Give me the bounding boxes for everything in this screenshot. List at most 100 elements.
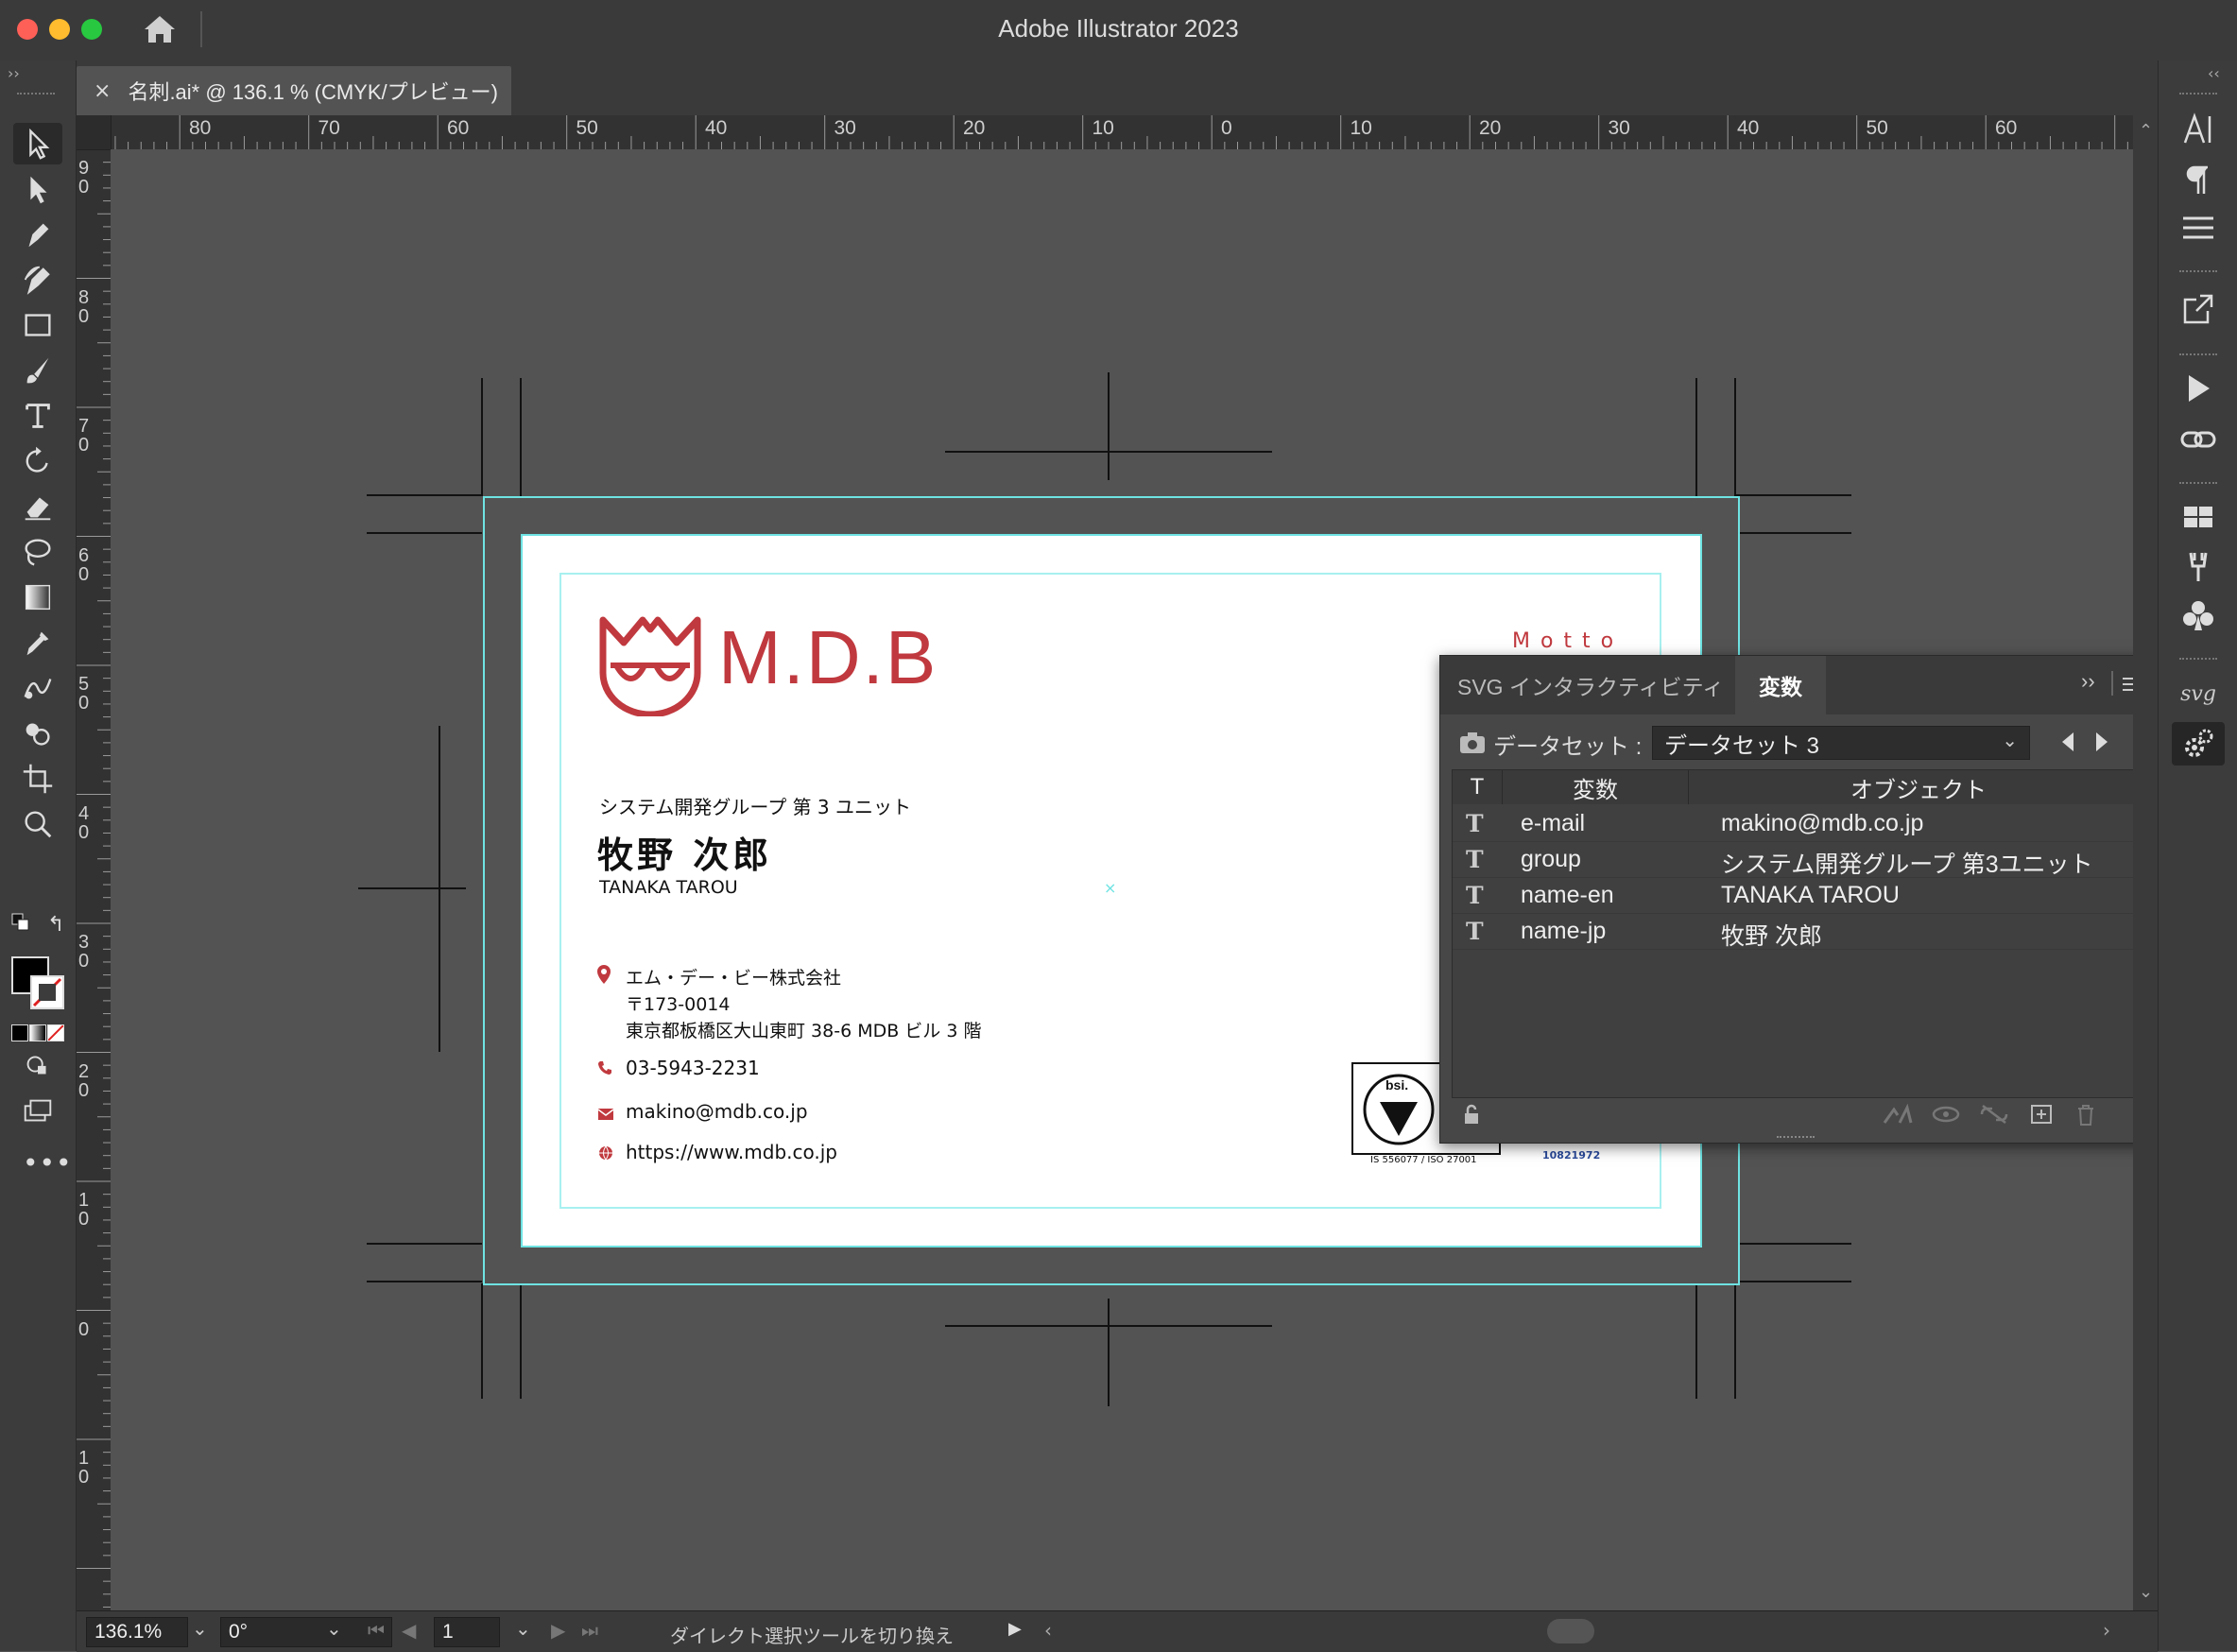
scroll-left-icon[interactable]: ‹ bbox=[1044, 1619, 1052, 1642]
next-artboard-icon[interactable]: ▶ bbox=[551, 1619, 565, 1642]
artboard-tool-icon[interactable] bbox=[13, 758, 62, 800]
grip-handle[interactable] bbox=[17, 93, 55, 98]
ruler-origin[interactable] bbox=[77, 115, 112, 150]
previous-dataset-icon[interactable] bbox=[2058, 730, 2077, 754]
ruler-label: 1 0 bbox=[78, 1448, 90, 1488]
zoom-dropdown-icon[interactable]: ⌄ bbox=[192, 1617, 208, 1640]
grip-handle[interactable] bbox=[2179, 270, 2217, 276]
paintbrush-tool-icon[interactable] bbox=[13, 350, 62, 391]
gradient-tool-icon[interactable] bbox=[13, 576, 62, 618]
grip-handle[interactable] bbox=[2179, 93, 2217, 98]
actions-panel-icon[interactable] bbox=[2172, 367, 2225, 410]
tab-variables[interactable]: 変数 bbox=[1735, 656, 1826, 714]
scroll-down-icon[interactable]: ⌄ bbox=[2139, 1582, 2153, 1602]
next-dataset-icon[interactable] bbox=[2092, 730, 2111, 754]
last-artboard-icon[interactable]: ⏭ bbox=[581, 1619, 598, 1642]
default-colors-icon[interactable] bbox=[11, 913, 30, 932]
eraser-tool-icon[interactable] bbox=[13, 486, 62, 527]
rectangle-tool-icon[interactable] bbox=[13, 304, 62, 346]
variable-row[interactable]: T name-jp 牧野 次郎 bbox=[1453, 914, 2148, 950]
zoom-level-field[interactable]: 136.1% bbox=[86, 1617, 188, 1647]
location-pin-icon bbox=[596, 964, 611, 985]
make-dynamic-visibility-icon[interactable] bbox=[1930, 1104, 1962, 1125]
brushes-panel-icon[interactable] bbox=[2172, 544, 2225, 588]
vertical-ruler[interactable]: 9 0 8 0 7 0 6 0 5 0 4 0 3 0 2 0 1 0 0 1 0 bbox=[77, 149, 112, 1610]
svg-interactivity-panel-icon[interactable]: svg bbox=[2172, 671, 2225, 714]
new-variable-icon[interactable] bbox=[2030, 1104, 2053, 1125]
tab-svg-interactivity-label: SVG インタラクティビティ bbox=[1457, 675, 1725, 699]
variable-row[interactable]: T e-mail makino@mdb.co.jp bbox=[1453, 806, 2148, 842]
dataset-label: データセット : bbox=[1493, 734, 1643, 760]
artboard-number-field[interactable]: 1 bbox=[434, 1617, 500, 1647]
rotation-dropdown-icon[interactable]: ⌄ bbox=[326, 1617, 342, 1640]
dataset-select[interactable]: データセット 3 ⌄ bbox=[1652, 726, 2030, 760]
export-panel-icon[interactable] bbox=[2172, 287, 2225, 331]
variable-row[interactable]: T group システム開発グループ 第3ユニット bbox=[1453, 842, 2148, 878]
gradient-mode-icon[interactable] bbox=[29, 1024, 46, 1041]
stroke-color-swatch[interactable] bbox=[30, 975, 64, 1009]
lasso-tool-icon[interactable] bbox=[13, 531, 62, 573]
column-header-variable[interactable]: 変数 bbox=[1503, 770, 1689, 804]
swap-colors-icon[interactable]: ↰ bbox=[47, 913, 64, 937]
align-panel-icon[interactable] bbox=[2172, 206, 2225, 250]
links-panel-icon[interactable] bbox=[2172, 418, 2225, 461]
collapse-panel-icon[interactable]: ›› bbox=[8, 64, 20, 82]
tools-panel: ›› ↰ ••• bbox=[0, 60, 77, 1651]
bsi-logo-text: bsi. bbox=[1385, 1077, 1409, 1093]
collapse-panel-icon[interactable]: ›› bbox=[2081, 669, 2095, 694]
grip-handle[interactable] bbox=[2179, 482, 2217, 488]
unbind-variable-icon[interactable] bbox=[1979, 1104, 2009, 1125]
first-artboard-icon[interactable]: ⏮ bbox=[368, 1619, 385, 1642]
expand-panels-icon[interactable]: ‹‹ bbox=[2208, 64, 2220, 82]
capture-dataset-icon[interactable] bbox=[1459, 731, 1486, 754]
ruler-label: 6 0 bbox=[78, 544, 90, 585]
grip-handle[interactable] bbox=[2179, 353, 2217, 359]
grip-handle[interactable] bbox=[2179, 658, 2217, 663]
previous-artboard-icon[interactable]: ◀ bbox=[402, 1619, 416, 1642]
close-tab-icon[interactable]: × bbox=[94, 79, 111, 103]
variables-panel-icon[interactable] bbox=[2172, 722, 2225, 766]
scroll-right-icon[interactable]: › bbox=[2103, 1619, 2110, 1642]
lock-icon[interactable] bbox=[1463, 1104, 1480, 1125]
rotation-field[interactable]: 0° bbox=[220, 1617, 392, 1647]
zoom-tool-icon[interactable] bbox=[13, 803, 62, 845]
scroll-up-icon[interactable]: ⌃ bbox=[2139, 121, 2153, 141]
character-panel-icon[interactable] bbox=[2172, 108, 2225, 151]
column-header-type[interactable]: T bbox=[1453, 770, 1503, 804]
more-tools-icon[interactable]: ••• bbox=[23, 1147, 73, 1179]
swatches-panel-icon[interactable] bbox=[2172, 495, 2225, 539]
pen-tool-icon[interactable] bbox=[13, 214, 62, 255]
blend-tool-icon[interactable] bbox=[13, 667, 62, 709]
eyedropper-tool-icon[interactable] bbox=[13, 622, 62, 663]
delete-variable-icon[interactable] bbox=[2075, 1104, 2096, 1127]
rotate-tool-icon[interactable] bbox=[13, 440, 62, 482]
shape-builder-tool-icon[interactable] bbox=[13, 713, 62, 754]
card-name-en: TANAKA TAROU bbox=[599, 877, 738, 898]
artboard-dropdown-icon[interactable]: ⌄ bbox=[515, 1617, 531, 1640]
symbols-panel-icon[interactable] bbox=[2172, 594, 2225, 637]
curvature-tool-icon[interactable] bbox=[13, 259, 62, 301]
screen-mode-icon[interactable] bbox=[13, 1091, 62, 1132]
make-dynamic-object-icon[interactable] bbox=[1881, 1103, 1913, 1125]
variable-object: TANAKA TAROU bbox=[1721, 882, 1900, 908]
selection-tool-icon[interactable] bbox=[13, 123, 62, 164]
tab-svg-interactivity[interactable]: SVG インタラクティビティ bbox=[1440, 656, 1733, 714]
variables-panel[interactable]: SVG インタラクティビティ 変数 ›› データセット : データセット 3 ⌄… bbox=[1439, 655, 2160, 1144]
variable-object: システム開発グループ 第3ユニット bbox=[1721, 852, 2093, 878]
none-mode-icon[interactable] bbox=[47, 1024, 64, 1041]
paragraph-panel-icon[interactable] bbox=[2172, 159, 2225, 202]
status-menu-icon[interactable]: ▶ bbox=[1008, 1619, 1022, 1639]
color-mode-icon[interactable] bbox=[11, 1024, 28, 1041]
variable-row[interactable]: T name-en TANAKA TAROU bbox=[1453, 878, 2148, 914]
vertical-scrollbar[interactable]: ⌃ ⌄ bbox=[2133, 115, 2158, 1610]
draw-mode-icon[interactable] bbox=[13, 1043, 62, 1085]
document-tab-bar: × 名刺.ai* @ 136.1 % (CMYK/プレビュー) bbox=[77, 60, 2158, 116]
type-tool-icon[interactable] bbox=[13, 395, 62, 437]
column-header-object[interactable]: オブジェクト bbox=[1689, 770, 2148, 804]
horizontal-ruler[interactable]: 80 70 60 50 40 30 20 10 0 10 20 30 40 50 60 bbox=[77, 115, 2133, 150]
horizontal-scroll-thumb[interactable] bbox=[1547, 1619, 1594, 1643]
document-tab[interactable]: × 名刺.ai* @ 136.1 % (CMYK/プレビュー) bbox=[77, 66, 511, 115]
svg-text:svg: svg bbox=[2180, 682, 2216, 706]
panel-resize-grip[interactable] bbox=[1777, 1136, 1815, 1142]
direct-selection-tool-icon[interactable] bbox=[13, 168, 62, 210]
